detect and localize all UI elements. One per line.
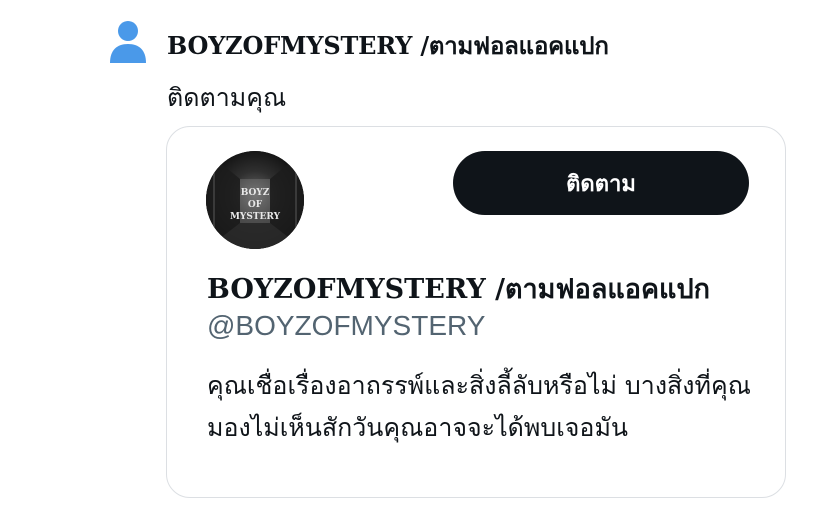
notification-title[interactable]: BOYZOFMYSTERY /ตามฟอลแอคแปก <box>167 26 609 65</box>
card-display-name[interactable]: BOYZOFMYSTERY /ตามฟอลแอคแปก <box>207 267 747 310</box>
avatar-text-line-2: OF <box>248 200 263 210</box>
avatar-text-line-1: BOYZ <box>241 188 270 198</box>
user-card[interactable]: BOYZ OF MYSTERY ติดตาม BOYZOFMYSTERY /ตา… <box>166 126 786 498</box>
notification-subtitle: ติดตามคุณ <box>167 83 287 112</box>
card-bio: คุณเชื่อเรื่องอาถรรพ์และสิ่งลี้ลับหรือไม… <box>207 371 751 442</box>
profile-avatar[interactable]: BOYZ OF MYSTERY <box>206 151 304 249</box>
person-icon <box>108 20 148 64</box>
follow-button[interactable]: ติดตาม <box>453 151 749 215</box>
avatar-text-line-3: MYSTERY <box>230 212 281 222</box>
card-handle[interactable]: @BOYZOFMYSTERY <box>207 310 485 342</box>
